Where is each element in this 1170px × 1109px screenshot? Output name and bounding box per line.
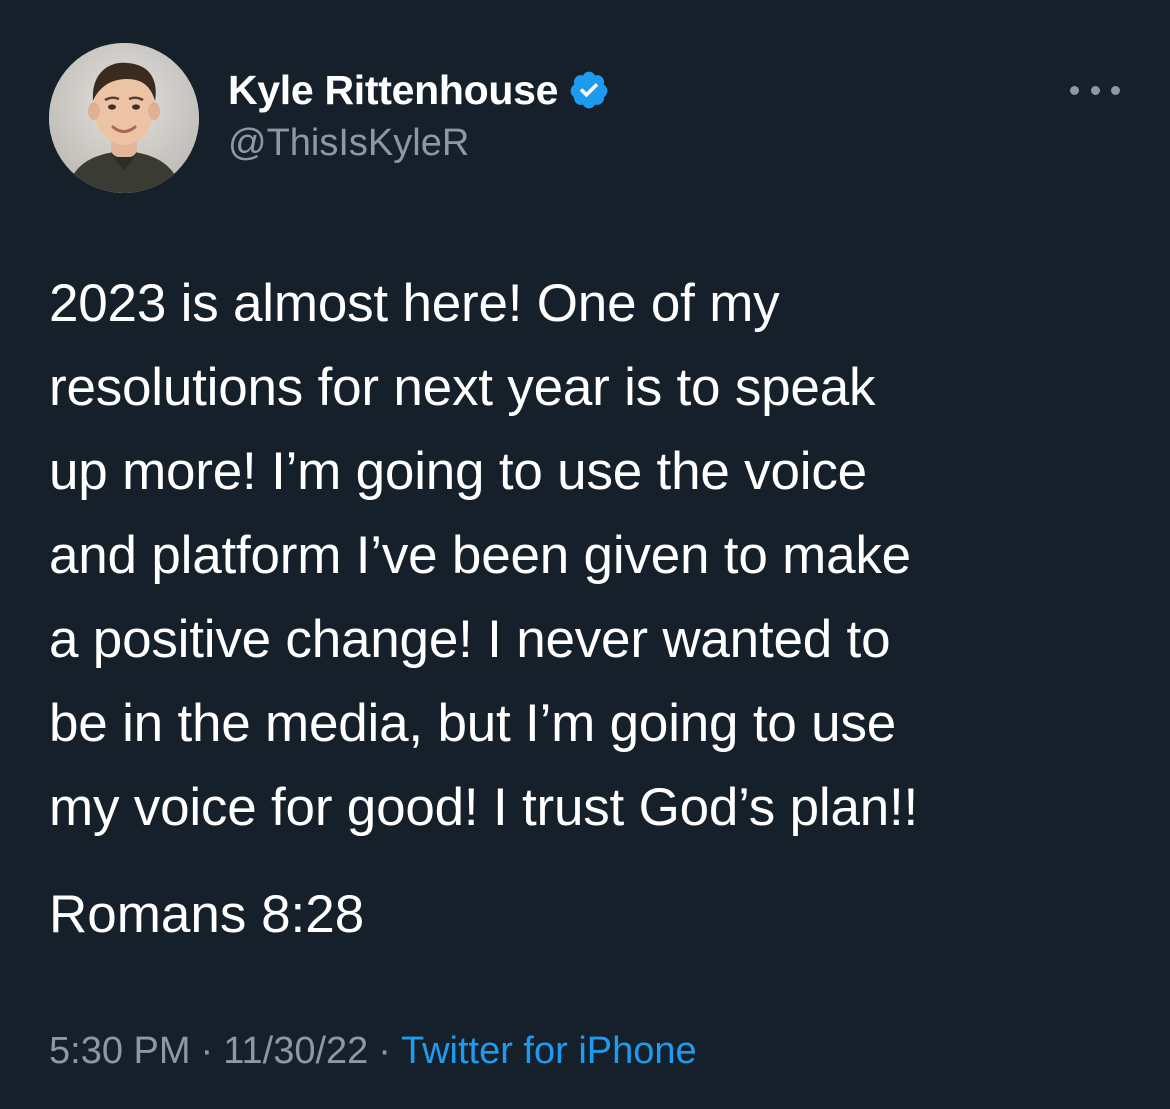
avatar-image: [49, 43, 199, 193]
more-dot-icon: [1070, 85, 1079, 95]
author-display-name[interactable]: Kyle Rittenhouse: [228, 67, 558, 114]
tweet-time[interactable]: 5:30 PM: [49, 1030, 191, 1072]
more-dot-icon: [1111, 85, 1120, 95]
avatar[interactable]: [49, 43, 199, 193]
author-handle[interactable]: @ThisIsKyleR: [228, 122, 469, 165]
verified-badge-icon: [570, 71, 608, 109]
tweet-metadata: 5:30 PM · 11/30/22 · Twitter for iPhone: [49, 1030, 697, 1073]
tweet-date[interactable]: 11/30/22: [223, 1030, 368, 1072]
author-name-row[interactable]: Kyle Rittenhouse: [228, 66, 610, 114]
tweet-verse: Romans 8:28: [49, 885, 365, 944]
tweet-text: 2023 is almost here! One of my resolutio…: [49, 274, 919, 837]
tweet-card: Kyle Rittenhouse @ThisIsKyleR 2023 is al…: [0, 0, 1170, 1109]
more-options-icon[interactable]: [1070, 80, 1120, 100]
meta-separator: ·: [200, 1030, 214, 1072]
tweet-source-link[interactable]: Twitter for iPhone: [401, 1030, 697, 1072]
more-dot-icon: [1090, 85, 1100, 95]
meta-separator: ·: [378, 1030, 391, 1072]
